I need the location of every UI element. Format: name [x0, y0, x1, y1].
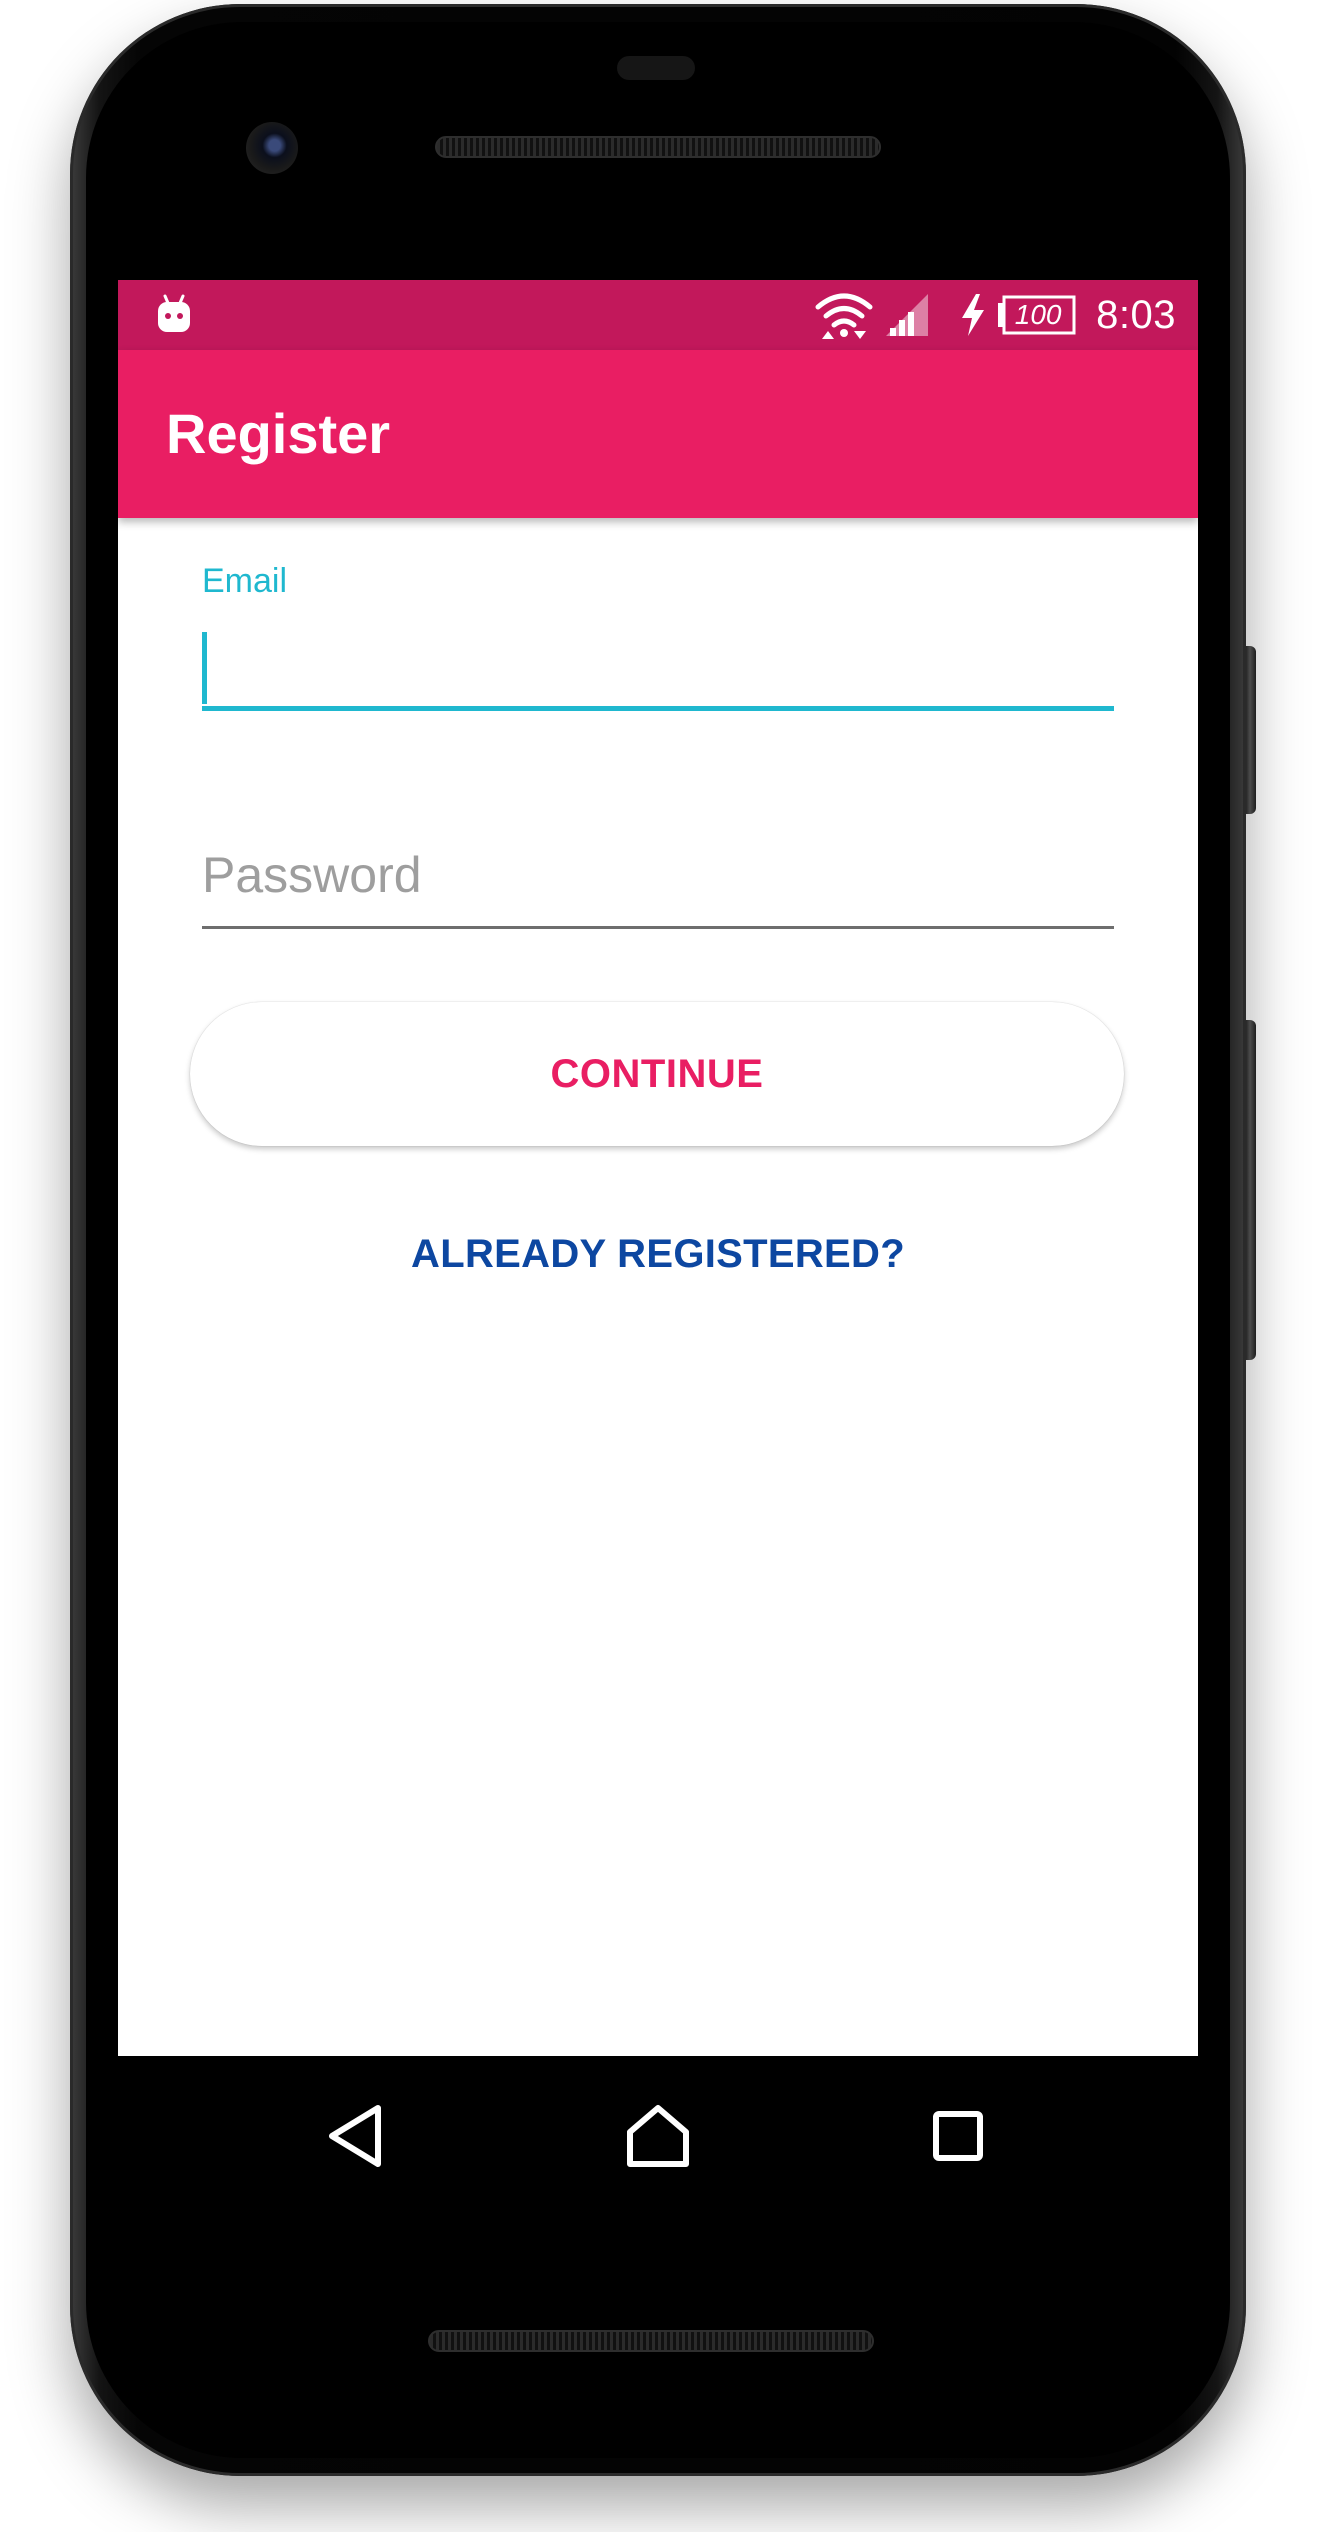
- home-icon[interactable]: [618, 2096, 698, 2176]
- email-label: Email: [202, 562, 288, 600]
- status-time: 8:03: [1096, 292, 1176, 337]
- phone-mockup: 100 8:03 Register Email CONTINUE ALREADY…: [0, 0, 1330, 2532]
- recent-apps-icon[interactable]: [918, 2096, 998, 2176]
- charging-icon: [962, 294, 985, 336]
- android-notification-icon: [158, 294, 190, 332]
- password-underline: [202, 926, 1114, 929]
- password-field[interactable]: [202, 830, 1114, 930]
- status-bar: 100 8:03: [118, 280, 1198, 350]
- bottom-speaker: [428, 2330, 874, 2352]
- battery-icon: 100: [996, 295, 1076, 335]
- wifi-icon: [815, 293, 873, 339]
- navigation-bar: [118, 2056, 1198, 2216]
- text-cursor: [202, 632, 207, 704]
- status-icons: 100 8:03: [814, 280, 1176, 350]
- battery-level: 100: [1014, 299, 1062, 330]
- email-field[interactable]: Email: [202, 562, 1114, 712]
- already-registered-link[interactable]: ALREADY REGISTERED?: [118, 1232, 1198, 1277]
- earpiece-speaker: [435, 136, 881, 158]
- front-camera-icon: [246, 122, 298, 174]
- app-bar: Register: [118, 350, 1198, 518]
- proximity-sensor: [617, 56, 695, 80]
- signal-icon: [886, 294, 929, 336]
- back-icon[interactable]: [318, 2096, 398, 2176]
- page-title: Register: [166, 402, 391, 465]
- email-input[interactable]: [202, 622, 1114, 702]
- password-input[interactable]: [202, 830, 1114, 920]
- screen: 100 8:03 Register Email CONTINUE ALREADY…: [118, 280, 1198, 2056]
- continue-button[interactable]: CONTINUE: [190, 1002, 1124, 1146]
- email-underline: [202, 706, 1114, 711]
